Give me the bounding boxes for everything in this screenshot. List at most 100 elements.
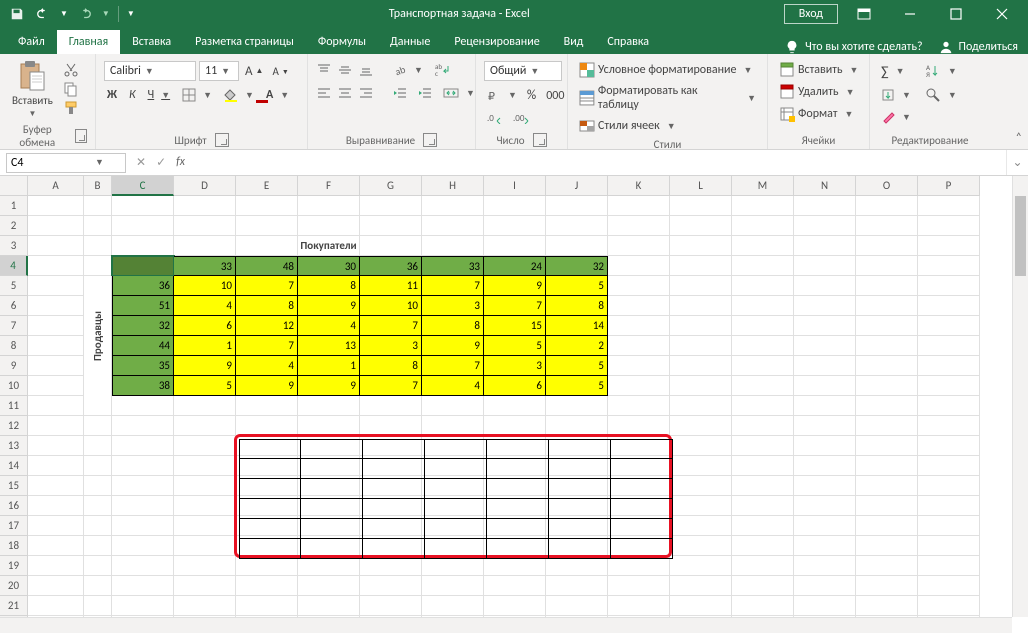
cell[interactable]: [794, 296, 856, 316]
cell[interactable]: [794, 596, 856, 616]
cell[interactable]: [608, 596, 670, 616]
cell[interactable]: [84, 216, 112, 236]
cell[interactable]: [236, 436, 298, 456]
cell[interactable]: 6: [484, 376, 546, 396]
cell[interactable]: 33: [174, 256, 236, 276]
cell[interactable]: [608, 476, 670, 496]
tab-page-layout[interactable]: Разметка страницы: [183, 30, 306, 54]
cell[interactable]: 7: [484, 296, 546, 316]
cell[interactable]: [670, 416, 732, 436]
cell[interactable]: [84, 576, 112, 596]
cell[interactable]: [794, 376, 856, 396]
cell[interactable]: [360, 236, 422, 256]
ribbon-display-icon[interactable]: [844, 0, 884, 28]
share-button[interactable]: Поделиться: [939, 40, 1018, 54]
cell[interactable]: [918, 356, 980, 376]
underline-button[interactable]: Ч▼: [145, 86, 174, 104]
cell[interactable]: [608, 396, 670, 416]
row-header[interactable]: 11: [0, 396, 28, 416]
cell[interactable]: [856, 276, 918, 296]
number-launcher[interactable]: [533, 133, 547, 147]
cell[interactable]: [670, 496, 732, 516]
cell[interactable]: [794, 336, 856, 356]
cell[interactable]: 9: [422, 336, 484, 356]
column-header[interactable]: M: [732, 176, 794, 196]
cell[interactable]: [794, 236, 856, 256]
save-icon[interactable]: [8, 5, 26, 23]
cell[interactable]: [608, 576, 670, 596]
cell[interactable]: [546, 536, 608, 556]
cell[interactable]: [360, 576, 422, 596]
increase-font-icon[interactable]: A▲: [242, 62, 266, 81]
cancel-formula-icon[interactable]: ✕: [136, 155, 146, 170]
tab-file[interactable]: Файл: [6, 30, 57, 54]
undo-dropdown[interactable]: ▼: [60, 9, 68, 19]
cell[interactable]: 6: [174, 316, 236, 336]
cell[interactable]: [112, 576, 174, 596]
redo-dropdown[interactable]: ▼: [102, 9, 110, 19]
column-header[interactable]: D: [174, 176, 236, 196]
cell[interactable]: [174, 436, 236, 456]
cell[interactable]: [546, 496, 608, 516]
cell[interactable]: [84, 556, 112, 576]
cell[interactable]: [112, 556, 174, 576]
borders-button[interactable]: ▼: [179, 86, 215, 104]
cell[interactable]: [546, 596, 608, 616]
cell[interactable]: [608, 416, 670, 436]
tab-insert[interactable]: Вставка: [120, 30, 183, 54]
cell[interactable]: [670, 396, 732, 416]
cell[interactable]: [918, 456, 980, 476]
cell[interactable]: [794, 396, 856, 416]
row-header[interactable]: 5: [0, 276, 28, 296]
cell[interactable]: 12: [236, 316, 298, 336]
cell[interactable]: 2: [546, 336, 608, 356]
minimize-button[interactable]: [890, 0, 930, 28]
cell[interactable]: 10: [174, 276, 236, 296]
cell[interactable]: [422, 536, 484, 556]
column-header[interactable]: C: [112, 176, 174, 196]
cell[interactable]: [28, 216, 84, 236]
cell[interactable]: [794, 276, 856, 296]
scrollbar-thumb[interactable]: [1015, 196, 1026, 276]
bold-button[interactable]: Ж: [104, 86, 120, 104]
cell[interactable]: [360, 416, 422, 436]
cell[interactable]: 4: [298, 316, 360, 336]
cell[interactable]: [856, 576, 918, 596]
cell[interactable]: [732, 496, 794, 516]
row-header[interactable]: 14: [0, 456, 28, 476]
cell[interactable]: 3: [484, 356, 546, 376]
select-all-corner[interactable]: [0, 176, 28, 196]
cell[interactable]: [174, 496, 236, 516]
cell[interactable]: 9: [298, 296, 360, 316]
delete-cells-button[interactable]: Удалить▼: [776, 82, 858, 102]
cell[interactable]: [422, 516, 484, 536]
cell[interactable]: [28, 516, 84, 536]
cell[interactable]: [856, 216, 918, 236]
cell[interactable]: [546, 556, 608, 576]
cell[interactable]: 3: [422, 296, 484, 316]
cell[interactable]: [918, 256, 980, 276]
cell[interactable]: [360, 216, 422, 236]
cell[interactable]: [174, 596, 236, 616]
cell[interactable]: [732, 296, 794, 316]
cell[interactable]: 7: [422, 276, 484, 296]
cell[interactable]: [84, 416, 112, 436]
cell[interactable]: 10: [360, 296, 422, 316]
cell[interactable]: [670, 296, 732, 316]
cell[interactable]: [174, 536, 236, 556]
cell[interactable]: [174, 196, 236, 216]
cell[interactable]: [918, 416, 980, 436]
column-header[interactable]: O: [856, 176, 918, 196]
copy-icon[interactable]: [63, 81, 79, 97]
cell[interactable]: [732, 576, 794, 596]
align-center-icon[interactable]: [337, 85, 353, 101]
cell[interactable]: 7: [360, 376, 422, 396]
cell[interactable]: 5: [546, 376, 608, 396]
cell[interactable]: [608, 456, 670, 476]
cell[interactable]: [484, 216, 546, 236]
cell[interactable]: [484, 516, 546, 536]
cell[interactable]: [28, 536, 84, 556]
cell[interactable]: [918, 236, 980, 256]
formula-input[interactable]: [195, 153, 1006, 173]
cell[interactable]: [298, 496, 360, 516]
